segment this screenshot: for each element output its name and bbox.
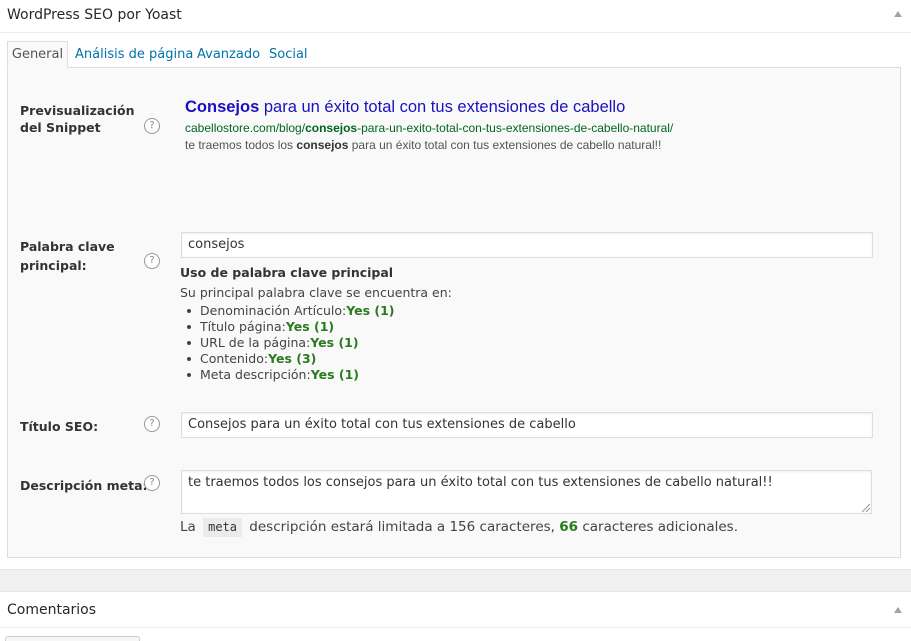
- meta-note-suffix: caracteres adicionales.: [582, 519, 739, 535]
- usage-label: Meta descripción:: [200, 367, 311, 382]
- meta-note-prefix: La: [180, 519, 196, 535]
- seo-metabox: WordPress SEO por Yoast General Análisis…: [0, 0, 911, 570]
- meta-description-value: te traemos todos los consejos para un éx…: [188, 475, 773, 490]
- usage-result: Yes (1): [310, 335, 359, 350]
- snippet-desc-rest: para un éxito total con tus extensiones …: [348, 138, 662, 152]
- snippet-title-keyword: Consejos: [185, 98, 260, 116]
- meta-note-mid: descripción estará limitada a 156 caract…: [249, 519, 555, 535]
- snippet-url-prefix: cabellostore.com/blog/: [185, 121, 306, 135]
- usage-label: Contenido:: [200, 351, 269, 366]
- keyword-usage-heading: Uso de palabra clave principal: [180, 265, 394, 280]
- usage-label: Denominación Artículo:: [200, 303, 347, 318]
- meta-description-label: Descripción meta:: [20, 478, 148, 493]
- snippet-title-rest: para un éxito total con tus extensiones …: [259, 98, 626, 116]
- add-comment-button[interactable]: [5, 636, 140, 641]
- keyword-usage: Uso de palabra clave principal Su princi…: [180, 264, 680, 383]
- snippet-preview-label: Previsualización del Snippet: [20, 103, 135, 135]
- list-item: URL de la página:Yes (1): [180, 335, 680, 351]
- usage-result: Yes (1): [346, 303, 395, 318]
- focus-keyword-label: Palabra clave principal:: [20, 239, 115, 273]
- meta-description-note: La meta descripción estará limitada a 15…: [180, 517, 738, 537]
- focus-keyword-help-icon[interactable]: ?: [144, 253, 160, 269]
- seo-title-input[interactable]: Consejos para un éxito total con tus ext…: [181, 412, 873, 438]
- snippet-title: Consejos para un éxito total con tus ext…: [185, 97, 685, 117]
- list-item: Meta descripción:Yes (1): [180, 367, 680, 383]
- seo-title-label: Título SEO:: [20, 419, 99, 434]
- comments-metabox: Comentarios: [0, 591, 911, 641]
- seo-metabox-header[interactable]: WordPress SEO por Yoast: [0, 0, 911, 33]
- snippet-url-keyword: consejos: [305, 121, 358, 135]
- usage-result: Yes (3): [268, 351, 317, 366]
- snippet-url-rest: -para-un-exito-total-con-tus-extensiones…: [357, 121, 674, 135]
- collapse-arrow-icon[interactable]: [894, 11, 902, 17]
- tab-page-analysis[interactable]: Análisis de página: [75, 41, 193, 68]
- seo-metabox-title: WordPress SEO por Yoast: [7, 7, 182, 23]
- usage-label: URL de la página:: [200, 335, 311, 350]
- snippet-desc-prefix: te traemos todos los: [185, 138, 297, 152]
- meta-description-help-icon[interactable]: ?: [144, 475, 160, 491]
- seo-title-help-icon[interactable]: ?: [144, 416, 160, 432]
- tab-social[interactable]: Social: [269, 41, 308, 68]
- snippet-help-icon[interactable]: ?: [144, 118, 160, 134]
- snippet-description: te traemos todos los consejos para un éx…: [185, 137, 675, 154]
- tab-advanced[interactable]: Avanzado: [197, 41, 260, 68]
- focus-keyword-input[interactable]: consejos: [181, 232, 873, 258]
- snippet-desc-keyword: consejos: [296, 138, 349, 152]
- list-item: Denominación Artículo:Yes (1): [180, 303, 680, 319]
- usage-result: Yes (1): [285, 319, 335, 334]
- general-tab-content: Previsualización del Snippet ? Consejos …: [7, 67, 901, 558]
- meta-remaining-count: 66: [559, 519, 579, 535]
- tab-general[interactable]: General: [7, 41, 68, 68]
- snippet-preview: Consejos para un éxito total con tus ext…: [185, 97, 685, 154]
- keyword-usage-list: Denominación Artículo:Yes (1) Título pág…: [180, 303, 680, 383]
- list-item: Título página:Yes (1): [180, 319, 680, 335]
- list-item: Contenido:Yes (3): [180, 351, 680, 367]
- meta-description-textarea[interactable]: te traemos todos los consejos para un éx…: [181, 470, 872, 514]
- comments-metabox-title: Comentarios: [7, 602, 97, 618]
- resize-grip-icon[interactable]: [862, 504, 870, 512]
- usage-label: Título página:: [200, 319, 286, 334]
- meta-code-chip: meta: [203, 518, 242, 537]
- keyword-usage-intro: Su principal palabra clave se encuentra …: [180, 285, 452, 300]
- usage-result: Yes (1): [310, 367, 360, 382]
- collapse-arrow-icon[interactable]: [894, 607, 902, 613]
- comments-metabox-header[interactable]: Comentarios: [0, 592, 911, 628]
- snippet-url: cabellostore.com/blog/consejos-para-un-e…: [185, 120, 675, 137]
